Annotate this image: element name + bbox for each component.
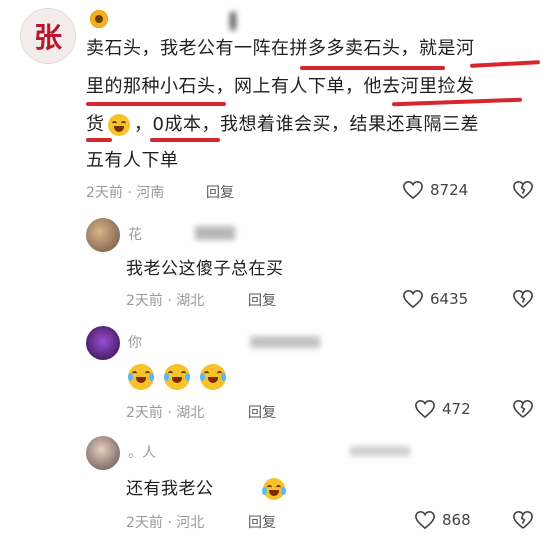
reply-reply-button[interactable]: 回复 <box>248 290 276 310</box>
main-comment-line-3b: ，0成本，我想着谁会买，结果还真隔三差 <box>134 114 479 135</box>
laugh-cry-emoji-icon <box>200 364 226 390</box>
main-comment-line-3a: 货 <box>86 114 105 135</box>
reply-avatar[interactable] <box>86 326 120 360</box>
username-redacted <box>195 226 235 240</box>
heart-icon <box>414 510 436 530</box>
main-reply-button[interactable]: 回复 <box>206 182 234 202</box>
main-avatar[interactable]: 张 <box>20 8 76 64</box>
grin-emoji-icon <box>108 114 130 136</box>
reply-like-button[interactable]: 6435 <box>402 289 468 309</box>
username-redacted <box>250 336 320 348</box>
reply-timestamp: 2天前 · 湖北 <box>126 405 205 421</box>
laugh-cry-emoji-icon <box>128 364 154 390</box>
dislike-broken-heart-icon[interactable] <box>512 289 534 309</box>
highlight-underline <box>150 138 220 142</box>
avatar-text: 张 <box>33 21 62 54</box>
main-comment-line-2: 里的那种小石头，网上有人下单，他去河里捡发 <box>86 76 475 97</box>
reply-like-count: 868 <box>442 511 471 529</box>
reply-like-count: 6435 <box>430 290 469 308</box>
heart-icon <box>402 180 424 200</box>
reply-reply-button[interactable]: 回复 <box>248 512 276 532</box>
highlight-underline <box>86 138 112 142</box>
main-comment-line-1: 卖石头，我老公有一阵在拼多多卖石头，就是河 <box>86 38 475 59</box>
main-timestamp: 2天前 · 河南 <box>86 185 165 201</box>
dislike-broken-heart-icon[interactable] <box>512 510 534 530</box>
sunflower-icon <box>90 10 108 28</box>
reply-reply-button[interactable]: 回复 <box>248 402 276 422</box>
reply-text: 我老公这傻子总在买 <box>126 259 284 279</box>
highlight-underline <box>86 102 226 106</box>
reply-username: 你 <box>128 335 142 351</box>
main-like-count: 8724 <box>430 181 469 199</box>
reply-avatar[interactable] <box>86 218 120 252</box>
reply-like-button[interactable]: 472 <box>414 399 471 419</box>
reply-timestamp: 2天前 · 河北 <box>126 515 205 531</box>
heart-icon <box>402 289 424 309</box>
reply-timestamp: 2天前 · 湖北 <box>126 293 205 309</box>
reply-emoji-row <box>128 364 230 390</box>
dislike-broken-heart-icon[interactable] <box>512 180 534 200</box>
main-comment-line-4: 五有人下单 <box>86 150 179 171</box>
laugh-cry-emoji-icon <box>262 478 287 500</box>
heart-icon <box>414 399 436 419</box>
laugh-cry-emoji-icon <box>164 364 190 390</box>
reply-like-count: 472 <box>442 400 471 418</box>
username-redacted <box>350 446 410 456</box>
highlight-underline <box>300 66 445 70</box>
highlight-underline <box>469 60 541 68</box>
reply-username: 。人 <box>128 445 156 461</box>
reply-avatar[interactable] <box>86 436 120 470</box>
username-redacted <box>230 12 236 30</box>
dislike-broken-heart-icon[interactable] <box>512 399 534 419</box>
reply-username: 花 <box>128 227 142 243</box>
main-like-button[interactable]: 8724 <box>402 180 468 200</box>
reply-text: 还有我老公 <box>126 479 214 499</box>
reply-like-button[interactable]: 868 <box>414 510 471 530</box>
